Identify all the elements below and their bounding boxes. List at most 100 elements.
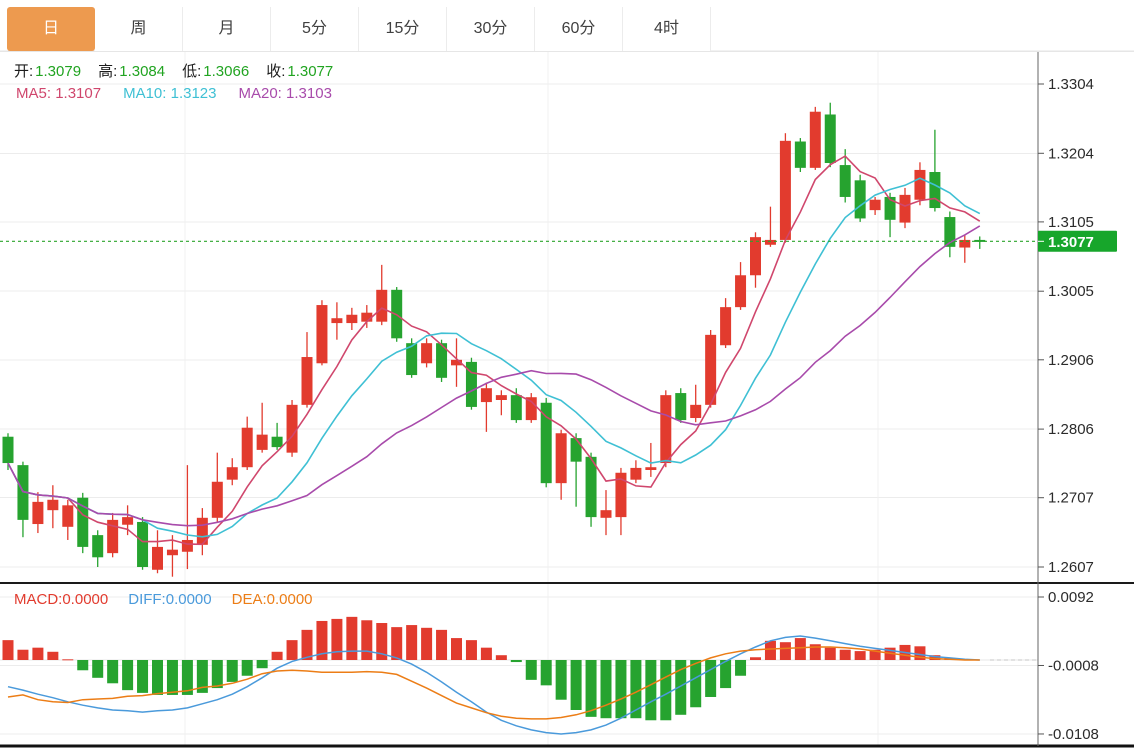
candle — [466, 358, 477, 410]
macd-bar — [212, 660, 223, 688]
price-tick-label: 1.2906 — [1048, 352, 1094, 369]
candle — [182, 465, 193, 569]
candle — [242, 417, 253, 470]
macd-bar — [257, 660, 268, 668]
macd-bar — [92, 660, 103, 678]
candle — [795, 138, 806, 172]
macd-bar — [541, 660, 552, 685]
tab-timeframe-3[interactable]: 5分 — [271, 7, 359, 51]
macd-bar — [391, 627, 402, 660]
price-axis: 1.33041.32041.31051.30051.29061.28061.27… — [1038, 76, 1094, 576]
tab-timeframe-6[interactable]: 60分 — [535, 7, 623, 51]
candle — [914, 162, 925, 205]
last-price-label: 1.3077 — [1048, 234, 1094, 251]
tab-timeframe-1[interactable]: 周 — [95, 7, 183, 51]
macd-bar — [601, 660, 612, 718]
macd-bar — [272, 652, 283, 660]
candle — [481, 383, 492, 432]
macd-bar — [32, 648, 43, 660]
macd-bar — [690, 660, 701, 707]
candle — [122, 505, 133, 535]
candle — [361, 305, 372, 328]
tab-timeframe-0[interactable]: 日 — [7, 7, 95, 51]
macd-bar — [17, 650, 28, 660]
price-tick-label: 1.2707 — [1048, 490, 1094, 507]
macd-tick-label: -0.0008 — [1048, 657, 1099, 674]
candle — [287, 400, 298, 457]
macd-bar — [287, 640, 298, 660]
macd-bar — [242, 660, 253, 676]
macd-bar — [556, 660, 567, 700]
candle — [47, 485, 58, 528]
candle — [750, 232, 761, 287]
macd-bar — [167, 660, 178, 695]
price-tick-label: 1.3105 — [1048, 214, 1094, 231]
candle — [32, 492, 43, 533]
macd-bar — [855, 651, 866, 660]
macd-bar — [765, 641, 776, 660]
candles-layer — [3, 103, 986, 577]
macd-bar — [227, 660, 238, 682]
macd-tick-label: -0.0108 — [1048, 726, 1099, 743]
macd-bar — [122, 660, 133, 690]
timeframe-tab-bar: 日周月5分15分30分60分4时 — [7, 7, 711, 51]
ma20-line — [8, 226, 980, 526]
candle — [316, 300, 327, 365]
candle — [526, 393, 537, 423]
macd-bar — [107, 660, 118, 683]
candle — [302, 332, 313, 408]
candle — [272, 423, 283, 450]
macd-bar — [77, 660, 88, 670]
macd-bar — [705, 660, 716, 697]
chart-canvas[interactable]: 1.33041.32041.31051.30051.29061.28061.27… — [0, 0, 1134, 750]
candle — [810, 107, 821, 170]
candle — [541, 398, 552, 487]
candle — [630, 460, 641, 483]
candle — [421, 338, 432, 367]
macd-bar — [346, 617, 357, 660]
macd-bar — [3, 640, 14, 660]
macd-bar — [586, 660, 597, 717]
price-tick-label: 1.2806 — [1048, 421, 1094, 438]
macd-bar — [750, 657, 761, 660]
candle — [825, 103, 836, 167]
candle — [92, 530, 103, 567]
macd-bar — [466, 640, 477, 660]
candle — [855, 175, 866, 222]
candle — [137, 517, 148, 570]
tab-timeframe-5[interactable]: 30分 — [447, 7, 535, 51]
ma10-line — [8, 178, 980, 537]
candle — [900, 188, 911, 228]
macd-bar — [152, 660, 163, 695]
macd-bar — [436, 630, 447, 660]
macd-bar — [421, 628, 432, 660]
candle — [959, 235, 970, 263]
macd-bar — [645, 660, 656, 720]
candle — [107, 513, 118, 557]
candle — [720, 298, 731, 348]
macd-histogram — [3, 617, 971, 720]
tab-timeframe-7[interactable]: 4时 — [623, 7, 711, 51]
macd-bar — [825, 648, 836, 660]
macd-bar — [47, 652, 58, 660]
candle — [601, 490, 612, 535]
candle — [227, 458, 238, 485]
candle — [331, 302, 342, 339]
candle — [257, 403, 268, 453]
tab-timeframe-2[interactable]: 月 — [183, 7, 271, 51]
macd-tick-label: 0.0092 — [1048, 589, 1094, 606]
kline-chart-page: { "toolbar": { "tabs": [ {"label": "日", … — [0, 0, 1134, 750]
candle — [974, 236, 985, 248]
candle — [780, 133, 791, 242]
candle — [496, 390, 507, 415]
candle — [77, 493, 88, 553]
macd-bar — [571, 660, 582, 710]
macd-bar — [331, 619, 342, 660]
pane-borders — [0, 51, 1134, 746]
price-tick-label: 1.3005 — [1048, 283, 1094, 300]
tab-timeframe-4[interactable]: 15分 — [359, 7, 447, 51]
macd-bar — [481, 648, 492, 660]
candle — [870, 197, 881, 215]
macd-bar — [137, 660, 148, 693]
tabbar-underline — [0, 51, 1134, 52]
